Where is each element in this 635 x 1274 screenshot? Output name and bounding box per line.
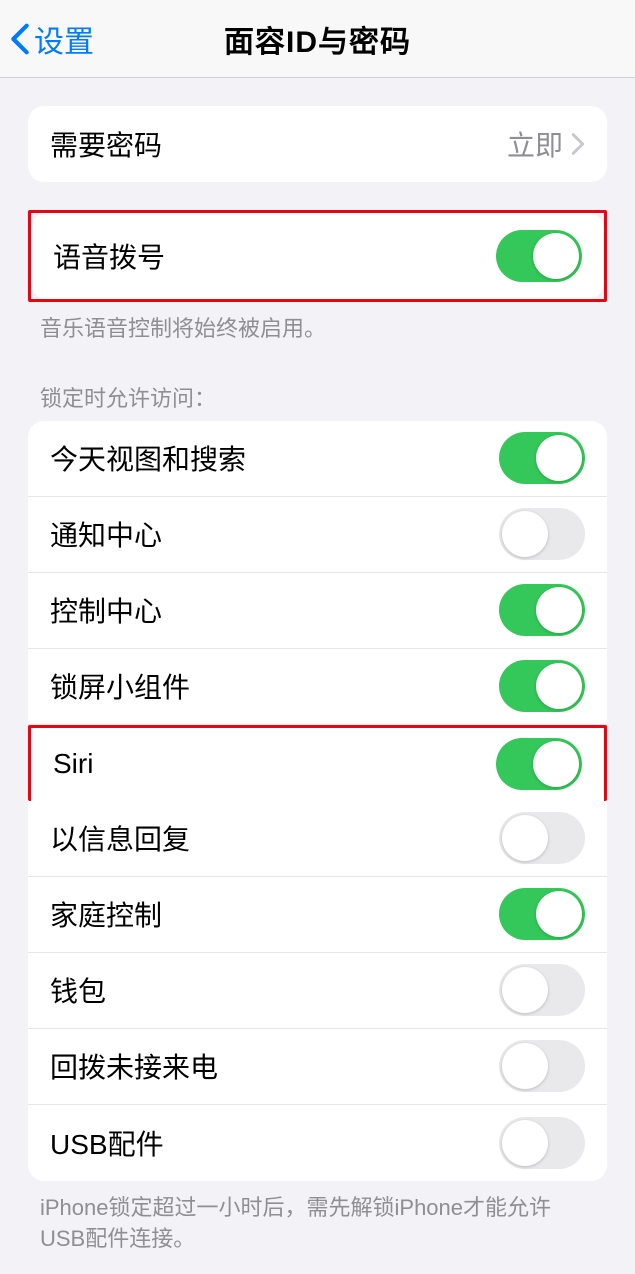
voice-dial-footer: 音乐语音控制将始终被启用。: [0, 302, 635, 345]
voice-dial-toggle[interactable]: [496, 230, 582, 282]
locked-row: 今天视图和搜索: [28, 421, 607, 497]
locked-row-label: 今天视图和搜索: [50, 438, 246, 478]
toggle-knob: [502, 1043, 548, 1089]
locked-row: 控制中心: [28, 573, 607, 649]
locked-row: 家庭控制: [28, 877, 607, 953]
toggle-knob: [502, 511, 548, 557]
toggle-knob: [536, 435, 582, 481]
locked-toggle[interactable]: [499, 888, 585, 940]
locked-toggle[interactable]: [499, 1117, 585, 1169]
locked-row-label: 锁屏小组件: [50, 666, 190, 706]
page-title: 面容ID与密码: [0, 17, 635, 61]
locked-row-label: 回拨未接来电: [50, 1046, 218, 1086]
toggle-knob: [502, 967, 548, 1013]
locked-row: Siri: [28, 725, 607, 801]
locked-toggle[interactable]: [499, 660, 585, 712]
locked-toggle[interactable]: [499, 432, 585, 484]
locked-row: 以信息回复: [28, 801, 607, 877]
toggle-knob: [536, 891, 582, 937]
locked-row: 锁屏小组件: [28, 649, 607, 725]
navbar: 设置 面容ID与密码: [0, 0, 635, 78]
locked-row: 回拨未接来电: [28, 1029, 607, 1105]
locked-access-group: 今天视图和搜索通知中心控制中心锁屏小组件 Siri 以信息回复家庭控制钱包回拨未接来…: [28, 421, 607, 1181]
locked-access-header: 锁定时允许访问：: [0, 345, 635, 421]
back-button[interactable]: 设置: [0, 17, 94, 61]
locked-row: 通知中心: [28, 497, 607, 573]
locked-row-label: 控制中心: [50, 590, 162, 630]
chevron-right-icon: [571, 132, 585, 156]
voice-dial-label: 语音拨号: [53, 236, 165, 276]
locked-row-label: 以信息回复: [50, 818, 190, 858]
voice-dial-group-wrap: 语音拨号: [28, 210, 607, 302]
toggle-knob: [502, 1120, 548, 1166]
content: 需要密码 立即 语音拨号 音乐语音控制将始终被启用。 锁定时允许访问： 今天视图…: [0, 106, 635, 1274]
locked-toggle[interactable]: [499, 508, 585, 560]
require-passcode-value: 立即: [507, 124, 563, 164]
voice-dial-group: 语音拨号: [31, 213, 604, 299]
passcode-group: 需要密码 立即: [28, 106, 607, 182]
locked-toggle[interactable]: [499, 964, 585, 1016]
toggle-knob: [502, 815, 548, 861]
locked-row: USB配件: [28, 1105, 607, 1181]
require-passcode-row[interactable]: 需要密码 立即: [28, 106, 607, 182]
chevron-left-icon: [10, 22, 30, 56]
locked-row: 钱包: [28, 953, 607, 1029]
require-passcode-label: 需要密码: [50, 124, 162, 164]
toggle-knob: [533, 741, 579, 787]
locked-row-label: Siri: [53, 748, 93, 780]
require-passcode-value-wrap: 立即: [507, 124, 585, 164]
locked-toggle[interactable]: [499, 1040, 585, 1092]
locked-toggle[interactable]: [499, 584, 585, 636]
locked-toggle[interactable]: [496, 738, 582, 790]
toggle-knob: [533, 233, 579, 279]
locked-toggle[interactable]: [499, 812, 585, 864]
back-label: 设置: [34, 17, 94, 61]
locked-row-label: 钱包: [50, 970, 106, 1010]
toggle-knob: [536, 663, 582, 709]
locked-row-label: 家庭控制: [50, 894, 162, 934]
locked-row-label: 通知中心: [50, 514, 162, 554]
toggle-knob: [536, 587, 582, 633]
voice-dial-row: 语音拨号: [31, 213, 604, 299]
locked-row-label: USB配件: [50, 1123, 164, 1163]
locked-access-footer: iPhone锁定超过一小时后，需先解锁iPhone才能允许USB配件连接。: [0, 1181, 635, 1255]
